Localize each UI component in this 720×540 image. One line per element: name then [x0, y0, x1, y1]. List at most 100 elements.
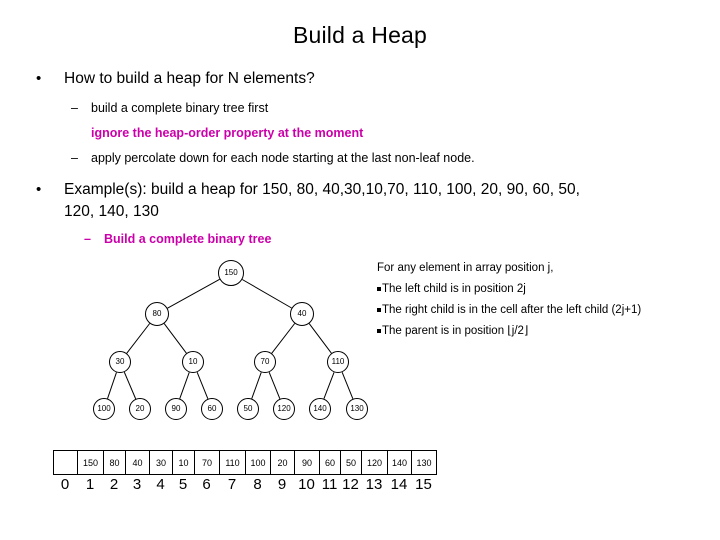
array-index-label: 1 — [85, 476, 95, 493]
sub-bullet-build-tree: – build a complete binary tree first — [71, 101, 268, 115]
array-position-notes: For any element in array position j, The… — [377, 262, 677, 346]
tree-node-label: 70 — [260, 357, 270, 366]
sub-bullet-build-complete-binary-tree: – Build a complete binary tree — [84, 232, 271, 246]
tree-edge — [107, 372, 117, 399]
tree-node-label: 60 — [207, 404, 217, 413]
tree-node-label: 110 — [331, 357, 345, 366]
tree-edge — [167, 278, 220, 309]
tree-node-label: 80 — [152, 309, 162, 318]
tree-edge — [268, 372, 281, 399]
table-row: 150 80 40 30 10 70 110 100 20 90 60 50 120 140 130 — [53, 450, 437, 475]
tree-node: 90 — [165, 398, 187, 420]
tree-edge — [323, 372, 335, 399]
tree-node: 150 — [218, 260, 244, 286]
note-right-child: The right child is in the cell after the… — [377, 304, 677, 316]
array-index-label: 4 — [156, 476, 165, 493]
example-line-2-wrap: 120, 140, 130 — [64, 203, 159, 221]
bullet-how-to-build: • How to build a heap for N elements? — [36, 70, 315, 88]
array-index-label: 3 — [132, 476, 142, 493]
array-index-label: 8 — [253, 476, 262, 493]
tree-node: 60 — [201, 398, 223, 420]
tree-node-label: 90 — [171, 404, 181, 413]
square-bullet-icon — [377, 328, 381, 333]
array-index-label: 9 — [277, 476, 287, 493]
array-cell-empty — [53, 450, 78, 475]
array-index-label: 14 — [390, 476, 408, 493]
tree-node: 80 — [145, 302, 169, 326]
page-title: Build a Heap — [292, 22, 428, 48]
dash-marker: – — [71, 101, 78, 115]
tree-node: 140 — [309, 398, 331, 420]
tree-node-label: 140 — [313, 404, 327, 413]
tree-node-label: 100 — [97, 404, 111, 413]
tree-edge — [123, 371, 137, 400]
tree-node-label: 30 — [115, 357, 125, 366]
array-cell: 60 — [319, 450, 341, 475]
tree-node: 10 — [182, 351, 204, 373]
tree-node-label: 40 — [297, 309, 307, 318]
array-cell: 140 — [387, 450, 412, 475]
bullet-label: How to build a heap for N elements? — [64, 70, 315, 87]
array-index-label: 0 — [60, 476, 70, 493]
sub-bullet-label: build a complete binary tree first — [91, 101, 269, 115]
tree-edge — [251, 372, 262, 399]
tree-node: 120 — [273, 398, 295, 420]
example-line-2: 120, 140, 130 — [64, 203, 159, 220]
dash-marker: – — [71, 151, 78, 165]
note-left-child: The left child is in position 2j — [377, 283, 677, 295]
tree-edge — [126, 323, 151, 354]
dash-marker: – — [84, 232, 91, 246]
tree-edge — [341, 372, 354, 399]
array-index-label: 11 — [321, 476, 338, 493]
bullet-marker: • — [36, 181, 42, 198]
array-cell: 50 — [340, 450, 362, 475]
array-index-label: 15 — [415, 476, 432, 493]
note-text: The left child is in position 2j — [382, 283, 526, 296]
array-representation-table: 150 80 40 30 10 70 110 100 20 90 60 50 120 140 130 — [53, 450, 437, 475]
note-parent: The parent is in position ⌊j/2⌋ — [377, 325, 677, 337]
sub-bullet-label: apply percolate down for each node start… — [91, 151, 475, 165]
array-cell: 150 — [77, 450, 104, 475]
note-text: The right child is in the cell after the… — [382, 304, 642, 317]
array-cell: 90 — [294, 450, 320, 475]
tree-node-label: 130 — [350, 404, 364, 413]
array-cell: 120 — [361, 450, 388, 475]
tree-node-label: 20 — [135, 404, 145, 413]
notes-heading: For any element in array position j, — [377, 262, 554, 274]
tree-node-label: 150 — [224, 268, 238, 277]
sub-bullet-ignore-heap-order: ignore the heap-order property at the mo… — [71, 126, 363, 140]
array-index-label: 12 — [342, 476, 359, 493]
array-cell: 130 — [411, 450, 437, 475]
array-index-label: 10 — [298, 476, 315, 493]
array-index-label: 2 — [109, 476, 119, 493]
array-cell: 100 — [245, 450, 271, 475]
tree-edge — [271, 323, 296, 354]
note-text: The parent is in position ⌊j/2⌋ — [382, 325, 529, 338]
tree-node: 20 — [129, 398, 151, 420]
tree-edge — [242, 279, 292, 309]
array-cell: 30 — [149, 450, 173, 475]
array-index-label: 6 — [202, 476, 211, 493]
sub-bullet-percolate-down: – apply percolate down for each node sta… — [71, 151, 475, 165]
tree-node-label: 120 — [277, 404, 291, 413]
square-bullet-icon — [377, 307, 381, 312]
tree-edge — [179, 372, 190, 399]
tree-node: 130 — [346, 398, 368, 420]
array-cell: 40 — [125, 450, 150, 475]
array-cell: 10 — [172, 450, 195, 475]
sub-bullet-label: Build a complete binary tree — [104, 232, 272, 246]
example-line-1: Example(s): build a heap for 150, 80, 40… — [64, 181, 580, 198]
square-bullet-icon — [377, 286, 381, 291]
tree-edge — [308, 323, 332, 354]
tree-node: 100 — [93, 398, 115, 420]
array-index-label: 7 — [227, 476, 237, 493]
array-cell: 70 — [194, 450, 220, 475]
tree-edge — [196, 372, 209, 399]
bullet-example: • Example(s): build a heap for 150, 80, … — [36, 181, 580, 199]
tree-node-label: 10 — [188, 357, 198, 366]
tree-edge — [163, 323, 187, 354]
sub-bullet-label: ignore the heap-order property at the mo… — [91, 126, 364, 140]
tree-node: 70 — [254, 351, 276, 373]
array-cell: 20 — [270, 450, 295, 475]
tree-node: 30 — [109, 351, 131, 373]
